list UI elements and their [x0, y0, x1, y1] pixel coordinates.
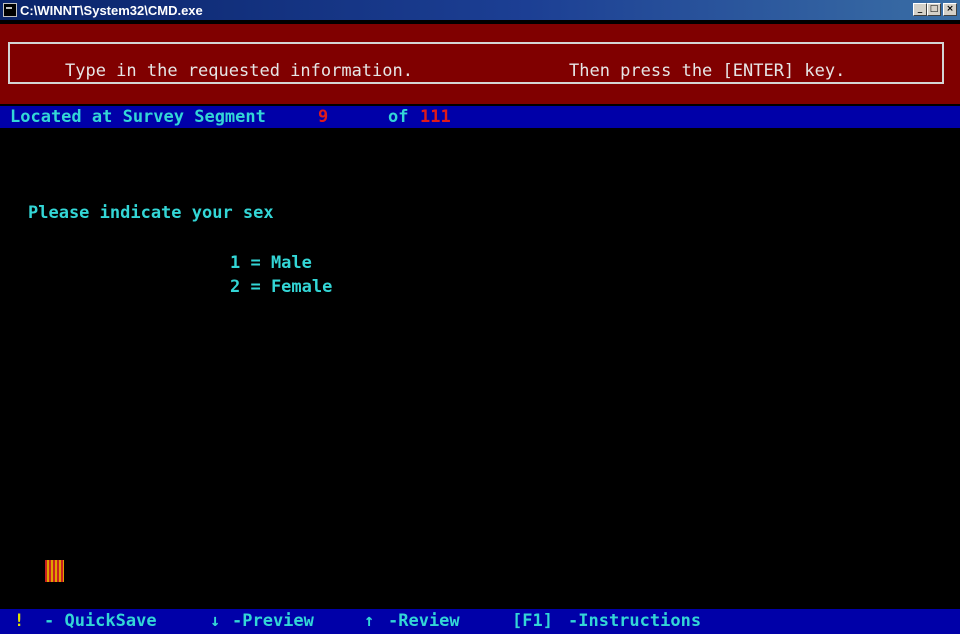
current-segment: 9: [318, 107, 329, 127]
segment-of-label: of: [388, 107, 409, 127]
question-prompt: Please indicate your sex: [28, 203, 274, 223]
instruction-text: Type in the requested information.: [65, 61, 413, 81]
preview-shortcut[interactable]: -Preview: [232, 611, 314, 631]
text-cursor: [45, 560, 64, 582]
minimize-button[interactable]: _: [913, 3, 927, 16]
title-bar: C:\WINNT\System32\CMD.exe _ □ ×: [0, 0, 960, 20]
instructions-shortcut[interactable]: -Instructions: [568, 611, 701, 631]
enter-key-text: Then press the [ENTER] key.: [569, 61, 846, 81]
preview-arrow-icon: ↓: [210, 611, 221, 631]
console-area[interactable]: Type in the requested information. Then …: [0, 20, 960, 634]
segment-label: Located at Survey Segment: [10, 107, 266, 127]
cmd-icon[interactable]: [3, 3, 17, 17]
review-shortcut[interactable]: -Review: [388, 611, 460, 631]
close-button[interactable]: ×: [943, 3, 957, 16]
window-title: C:\WINNT\System32\CMD.exe: [20, 2, 203, 18]
shortcut-bar: ! - QuickSave ↓ -Preview ↑ -Review [F1] …: [0, 609, 960, 634]
review-arrow-icon: ↑: [364, 611, 375, 631]
maximize-button[interactable]: □: [927, 3, 941, 16]
option-male: 1 = Male: [230, 253, 312, 273]
total-segments: 111: [420, 107, 451, 127]
option-female: 2 = Female: [230, 277, 333, 297]
segment-status-bar: Located at Survey Segment 9 of 111: [0, 106, 960, 128]
quicksave-key: !: [14, 611, 25, 631]
quicksave-shortcut[interactable]: - QuickSave: [44, 611, 157, 631]
f1-key: [F1]: [512, 611, 553, 631]
window-controls: _ □ ×: [913, 3, 957, 16]
